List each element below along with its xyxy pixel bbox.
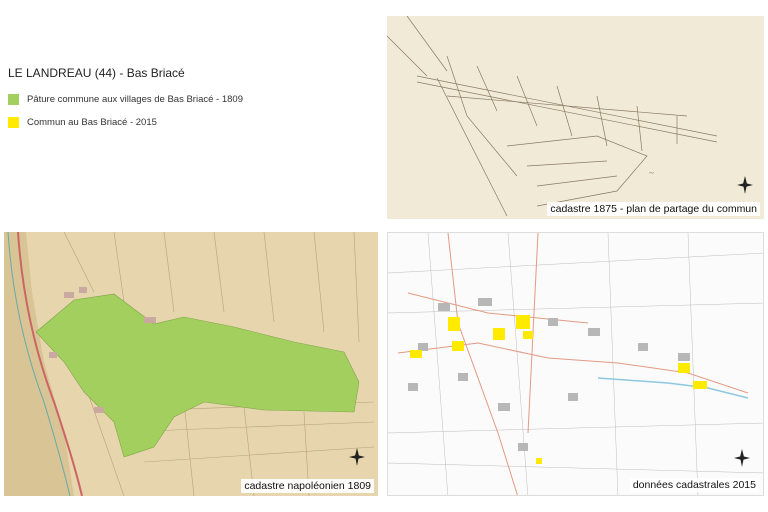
map-panel-2015: données cadastrales 2015 <box>387 232 764 496</box>
caption-1809: cadastre napoléonien 1809 <box>241 479 374 493</box>
caption-2015: données cadastrales 2015 <box>629 478 759 492</box>
north-arrow-icon <box>731 443 753 469</box>
north-arrow-icon <box>734 170 756 196</box>
legend-label-2015: Commun au Bas Briacé - 2015 <box>27 117 157 128</box>
legend-label-1809: Pâture commune aux villages de Bas Briac… <box>27 94 243 105</box>
cadastre-1875-drawing: ~ <box>387 16 718 217</box>
north-arrow-icon <box>346 442 368 468</box>
legend-title: LE LANDREAU (44) - Bas Briacé <box>8 66 185 80</box>
handwritten-note: ~ <box>649 168 654 178</box>
legend-item-commun-2015: Commun au Bas Briacé - 2015 <box>8 117 368 128</box>
legend-item-pasture-1809: Pâture commune aux villages de Bas Briac… <box>8 94 368 105</box>
map-panel-1809: cadastre napoléonien 1809 <box>4 232 378 496</box>
yellow-swatch <box>8 117 19 128</box>
cadastre-2015-drawing <box>388 233 763 495</box>
caption-1875: cadastre 1875 - plan de partage du commu… <box>547 202 760 216</box>
map-panel-1875: ~ cadastre 1875 - plan de partage du com… <box>387 16 764 219</box>
legend: LE LANDREAU (44) - Bas Briacé Pâture com… <box>8 66 368 140</box>
cadastre-1809-drawing <box>4 232 378 496</box>
commun-2015-parcels <box>410 315 707 464</box>
green-swatch <box>8 94 19 105</box>
